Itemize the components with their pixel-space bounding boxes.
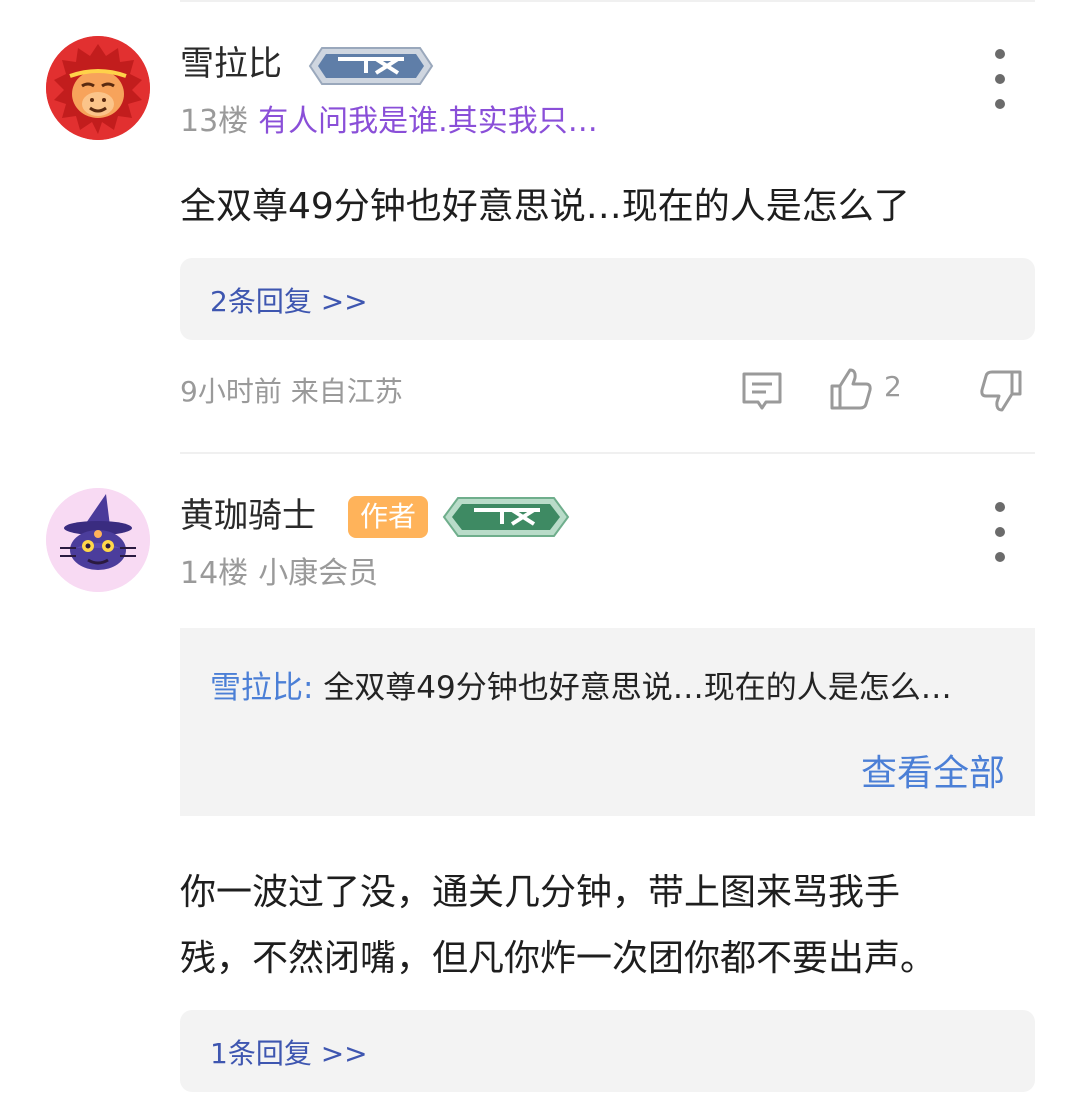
username[interactable]: 黄珈骑士 [180,496,316,536]
floor-number: 13楼 [180,104,249,139]
user-signature[interactable]: 有人问我是谁.其实我只… [258,104,598,139]
quote-line: 雪拉比: 全双尊49分钟也好意思说…现在的人是怎么… [210,662,952,707]
view-all-link[interactable]: 查看全部 [861,744,1005,796]
comment-content: 你一波过了没，通关几分钟，带上图来骂我手 残，不然闭嘴，但凡你炸一次团你都不要出… [180,864,1035,988]
comment-divider [180,452,1035,454]
time-location: 9小时前 来自江苏 [180,375,403,408]
red-monkey-avatar-icon [46,36,150,140]
level-badge-icon[interactable] [306,46,436,86]
comment-content: 全双尊49分钟也好意思说…现在的人是怎么了 [180,186,910,227]
user-signature: 小康会员 [258,556,379,591]
witch-cat-avatar-icon [46,488,150,592]
replies-box[interactable]: 2条回复 >> [180,258,1035,340]
floor-number: 14楼 [180,556,249,591]
reply-icon[interactable] [740,370,784,414]
quote-box[interactable]: 雪拉比: 全双尊49分钟也好意思说…现在的人是怎么… 查看全部 [180,628,1035,816]
username[interactable]: 雪拉比 [180,44,282,84]
avatar[interactable] [46,488,150,592]
like-icon[interactable] [828,366,874,412]
more-options-icon[interactable] [990,502,1010,562]
replies-link[interactable]: 2条回复 >> [210,280,368,320]
like-count: 2 [884,370,902,403]
comment-content-line: 残，不然闭嘴，但凡你炸一次团你都不要出声。 [180,938,937,979]
dislike-icon[interactable] [978,368,1024,414]
level-badge-icon[interactable] [440,496,572,538]
author-badge: 作者 [348,496,428,538]
quote-text: 全双尊49分钟也好意思说…现在的人是怎么… [323,670,952,706]
more-options-icon[interactable] [990,49,1010,109]
avatar[interactable] [46,36,150,140]
replies-box[interactable]: 1条回复 >> [180,1010,1035,1092]
comment-meta: 14楼 小康会员 [180,556,378,592]
top-divider [180,0,1035,2]
replies-link[interactable]: 1条回复 >> [210,1032,368,1072]
comment-content-line: 你一波过了没，通关几分钟，带上图来骂我手 [180,872,901,913]
comment-meta: 13楼 有人问我是谁.其实我只… [180,104,598,140]
quote-username[interactable]: 雪拉比: [210,670,313,706]
